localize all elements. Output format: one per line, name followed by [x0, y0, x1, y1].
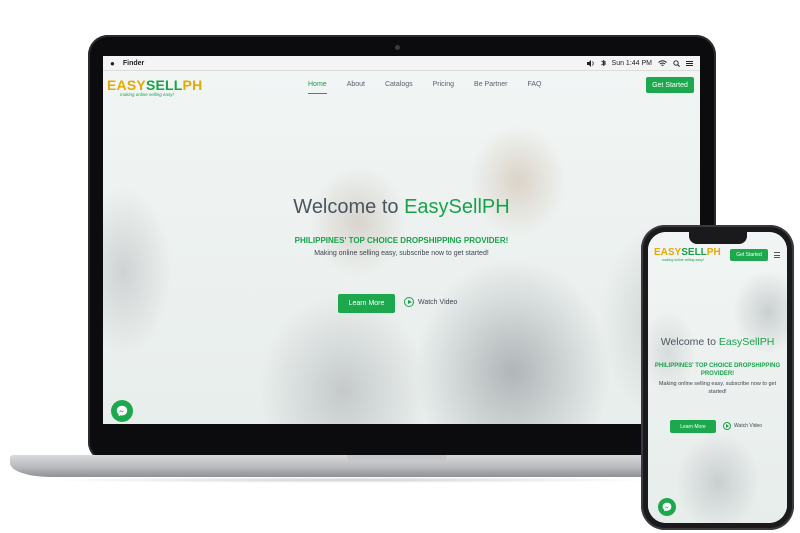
hero-background-photo — [103, 71, 700, 424]
phone-hero-description: Making online selling easy, subscribe no… — [658, 381, 777, 395]
phone-get-started-button[interactable]: Get Started — [730, 249, 768, 261]
hero-title: Welcome to EasySellPH — [103, 196, 700, 219]
phone-play-icon — [723, 422, 731, 430]
get-started-button[interactable]: Get Started — [646, 77, 694, 93]
nav-be-partner[interactable]: Be Partner — [474, 81, 507, 94]
menubar-clock[interactable]: Sun 1:44 PM — [612, 60, 652, 67]
spotlight-search-icon[interactable] — [673, 59, 680, 67]
bluetooth-icon[interactable] — [600, 59, 606, 67]
nav-catalogs[interactable]: Catalogs — [385, 81, 413, 94]
messenger-icon[interactable] — [111, 400, 133, 422]
wifi-icon[interactable] — [658, 59, 667, 67]
site-navbar: EASYSELLPH making online selling easy! H… — [103, 71, 700, 113]
watch-video-link[interactable]: Watch Video — [404, 297, 457, 307]
phone-logo-tagline: making online selling easy! — [662, 258, 704, 262]
phone-hero-title: Welcome to EasySellPH — [648, 336, 787, 348]
nav-home[interactable]: Home — [308, 81, 327, 94]
phone-logo-easy: EASY — [654, 247, 682, 258]
nav-faq[interactable]: FAQ — [528, 81, 542, 94]
hero-brand-text: EasySellPH — [404, 196, 510, 218]
watch-video-label: Watch Video — [418, 298, 458, 306]
phone-screen: EASYSELLPH making online selling easy! G… — [648, 232, 787, 523]
laptop-screen: ● Finder Sun 1:44 PM EASYSELLPH making o… — [103, 56, 700, 424]
phone-logo-ph: PH — [706, 247, 721, 258]
phone-notch — [689, 232, 747, 244]
logo-sell: SELL — [145, 77, 183, 93]
volume-icon[interactable] — [586, 59, 595, 67]
laptop-shadow — [40, 477, 660, 483]
learn-more-button[interactable]: Learn More — [338, 294, 395, 313]
phone-watch-video-label: Watch Video — [734, 423, 763, 429]
phone-hero-welcome: Welcome to — [660, 336, 719, 348]
nav-pricing[interactable]: Pricing — [433, 81, 454, 94]
phone-logo-sell: SELL — [681, 247, 707, 258]
hero-subtitle: PHILIPPINES' TOP CHOICE DROPSHIPPING PRO… — [294, 236, 509, 245]
menubar-app-name[interactable]: Finder — [123, 60, 144, 67]
phone-logo[interactable]: EASYSELLPH making online selling easy! — [654, 247, 721, 263]
easysellph-logo[interactable]: EASYSELLPH making online selling easy! — [107, 78, 202, 97]
mac-menubar: ● Finder Sun 1:44 PM — [103, 56, 700, 71]
phone-hero-brand: EasySellPH — [718, 336, 775, 348]
play-icon — [404, 297, 414, 307]
hero-welcome-text: Welcome to — [293, 196, 405, 218]
nav-about[interactable]: About — [347, 81, 365, 94]
phone-learn-more-button[interactable]: Learn More — [670, 420, 716, 433]
phone-messenger-icon[interactable] — [658, 498, 676, 516]
notification-center-icon[interactable] — [686, 60, 693, 66]
laptop-camera — [395, 45, 400, 50]
nav-links: Home About Catalogs Pricing Be Partner F… — [308, 81, 562, 94]
laptop-notch — [347, 455, 447, 463]
phone-watch-video-link[interactable]: Watch Video — [723, 422, 762, 430]
phone-hero-subtitle: PHILIPPINES' TOP CHOICE DROPSHIPPING PRO… — [654, 363, 781, 377]
hamburger-menu-icon[interactable] — [774, 252, 780, 258]
logo-ph: PH — [182, 77, 203, 93]
logo-easy: EASY — [107, 77, 146, 93]
apple-menu-icon[interactable]: ● — [110, 59, 115, 68]
hero-description: Making online selling easy, subscribe no… — [314, 250, 489, 257]
